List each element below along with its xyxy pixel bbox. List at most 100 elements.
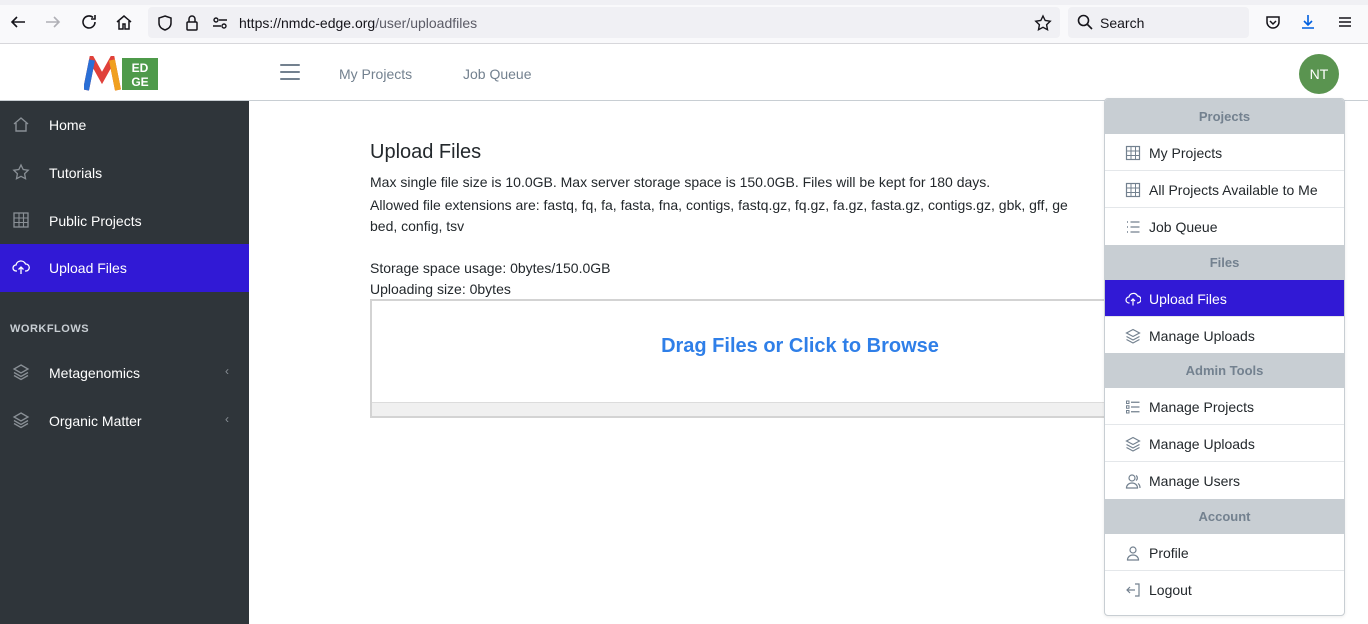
browser-menu-button[interactable] bbox=[1335, 12, 1355, 32]
hamburger-line bbox=[280, 64, 300, 66]
user-dropdown-menu: Projects My Projects All Projects Availa… bbox=[1104, 98, 1345, 616]
permissions-icon[interactable] bbox=[211, 14, 229, 32]
pocket-button[interactable] bbox=[1263, 12, 1283, 32]
pocket-icon bbox=[1266, 16, 1280, 29]
menu-item-upload-files[interactable]: Upload Files bbox=[1105, 280, 1344, 317]
sidebar: Home Tutorials Public Projects Upload Fi… bbox=[0, 101, 249, 624]
cloud-upload-icon bbox=[1125, 292, 1141, 306]
logout-icon bbox=[1126, 583, 1140, 597]
sidebar-item-home[interactable]: Home bbox=[0, 101, 249, 149]
menu-item-manage-uploads[interactable]: Manage Uploads bbox=[1105, 317, 1344, 354]
menu-item-my-projects[interactable]: My Projects bbox=[1105, 134, 1344, 171]
sidebar-item-label: Organic Matter bbox=[49, 413, 142, 429]
forward-button[interactable] bbox=[43, 12, 63, 32]
file-dropzone[interactable]: Drag Files or Click to Browse bbox=[370, 299, 1130, 418]
sidebar-item-metagenomics[interactable]: Metagenomics ‹ bbox=[0, 349, 249, 397]
address-bar[interactable]: https://nmdc-edge.org/user/uploadfiles bbox=[148, 7, 1060, 38]
forward-arrow-icon bbox=[46, 16, 61, 28]
layers-icon bbox=[1125, 436, 1141, 452]
menu-item-label: All Projects Available to Me bbox=[1149, 182, 1318, 198]
back-button[interactable] bbox=[8, 12, 28, 32]
nmdc-edge-logo[interactable]: ED GE bbox=[84, 56, 160, 92]
downloads-button[interactable] bbox=[1298, 12, 1318, 32]
header-link-my-projects[interactable]: My Projects bbox=[339, 66, 412, 82]
sidebar-item-public-projects[interactable]: Public Projects bbox=[0, 197, 249, 245]
dropdown-header-files: Files bbox=[1105, 245, 1344, 280]
lock-icon[interactable] bbox=[183, 14, 201, 32]
grid-icon bbox=[1125, 145, 1141, 161]
sidebar-item-label: Home bbox=[49, 117, 87, 133]
reload-icon bbox=[82, 15, 96, 29]
menu-item-label: Profile bbox=[1149, 545, 1189, 561]
menu-item-label: Manage Users bbox=[1149, 473, 1241, 489]
menu-item-profile[interactable]: Profile bbox=[1105, 534, 1344, 571]
dropdown-header-account: Account bbox=[1105, 499, 1344, 534]
url-host: https://nmdc-edge.org bbox=[239, 15, 376, 31]
menu-item-label: Manage Uploads bbox=[1149, 328, 1255, 344]
browser-toolbar: https://nmdc-edge.org/user/uploadfiles S… bbox=[0, 0, 1368, 44]
search-icon bbox=[1077, 14, 1093, 30]
logo-text-top: ED bbox=[132, 61, 149, 75]
dropzone-footer bbox=[372, 402, 1128, 416]
sidebar-item-organic-matter[interactable]: Organic Matter ‹ bbox=[0, 397, 249, 445]
file-size-info: Max single file size is 10.0GB. Max serv… bbox=[370, 174, 991, 190]
hamburger-line bbox=[280, 71, 300, 73]
menu-item-label: Job Queue bbox=[1149, 219, 1218, 235]
shield-icon[interactable] bbox=[156, 14, 174, 32]
star-icon bbox=[12, 163, 30, 180]
back-arrow-icon bbox=[10, 16, 25, 28]
grid-icon bbox=[1125, 182, 1141, 198]
menu-item-admin-manage-uploads[interactable]: Manage Uploads bbox=[1105, 425, 1344, 462]
layers-icon bbox=[1125, 328, 1141, 344]
chevron-left-icon: ‹ bbox=[225, 412, 229, 426]
sidebar-item-label: Tutorials bbox=[49, 165, 103, 181]
url-path: /user/uploadfiles bbox=[375, 15, 478, 31]
dropzone-label[interactable]: Drag Files or Click to Browse bbox=[372, 335, 1128, 358]
menu-item-label: Manage Projects bbox=[1149, 399, 1255, 415]
grid-icon bbox=[13, 212, 29, 228]
logo-text-bottom: GE bbox=[131, 75, 148, 89]
list-icon bbox=[1126, 400, 1140, 414]
menu-item-manage-projects[interactable]: Manage Projects bbox=[1105, 388, 1344, 425]
cloud-upload-icon bbox=[12, 260, 30, 274]
browser-search-box[interactable]: Search bbox=[1068, 7, 1249, 38]
menu-item-job-queue[interactable]: Job Queue bbox=[1105, 208, 1344, 245]
layers-icon bbox=[12, 364, 30, 381]
menu-item-label: Manage Uploads bbox=[1149, 436, 1255, 452]
allowed-extensions: Allowed file extensions are: fastq, fq, … bbox=[370, 197, 1068, 213]
allowed-extensions-cont: bed, config, tsv bbox=[370, 218, 465, 234]
user-avatar[interactable]: NT bbox=[1299, 54, 1339, 94]
url-text[interactable]: https://nmdc-edge.org/user/uploadfiles bbox=[239, 15, 477, 31]
dropdown-header-admin-tools: Admin Tools bbox=[1105, 353, 1344, 388]
tab-strip-edge bbox=[0, 0, 1368, 5]
page-title: Upload Files bbox=[370, 141, 482, 163]
home-icon bbox=[13, 117, 29, 132]
storage-usage: Storage space usage: 0bytes/150.0GB bbox=[370, 260, 611, 276]
browser-home-icon bbox=[116, 15, 132, 30]
menu-item-all-projects[interactable]: All Projects Available to Me bbox=[1105, 171, 1344, 208]
bookmark-star-icon[interactable] bbox=[1034, 14, 1052, 32]
workflows-section-title: WORKFLOWS bbox=[10, 323, 90, 335]
layers-icon bbox=[12, 412, 30, 429]
menu-item-label: My Projects bbox=[1149, 145, 1223, 161]
reload-button[interactable] bbox=[79, 12, 99, 32]
sidebar-toggle-button[interactable] bbox=[280, 64, 300, 80]
sidebar-item-tutorials[interactable]: Tutorials bbox=[0, 149, 249, 197]
download-icon bbox=[1302, 15, 1314, 29]
header-link-job-queue[interactable]: Job Queue bbox=[463, 66, 532, 82]
hamburger-line bbox=[280, 78, 300, 80]
menu-item-manage-users[interactable]: Manage Users bbox=[1105, 462, 1344, 499]
chevron-left-icon: ‹ bbox=[225, 364, 229, 378]
home-button[interactable] bbox=[114, 12, 134, 32]
list-icon bbox=[1127, 221, 1140, 233]
menu-item-label: Upload Files bbox=[1149, 291, 1227, 307]
users-icon bbox=[1125, 474, 1141, 489]
sidebar-item-upload-files[interactable]: Upload Files bbox=[0, 244, 249, 292]
menu-icon bbox=[1339, 17, 1351, 27]
user-icon bbox=[1126, 546, 1140, 561]
uploading-size: Uploading size: 0bytes bbox=[370, 281, 511, 297]
app-header: ED GE My Projects Job Queue NT bbox=[0, 44, 1368, 101]
sidebar-item-label: Metagenomics bbox=[49, 365, 141, 381]
search-label: Search bbox=[1100, 15, 1145, 31]
menu-item-logout[interactable]: Logout bbox=[1105, 571, 1344, 608]
